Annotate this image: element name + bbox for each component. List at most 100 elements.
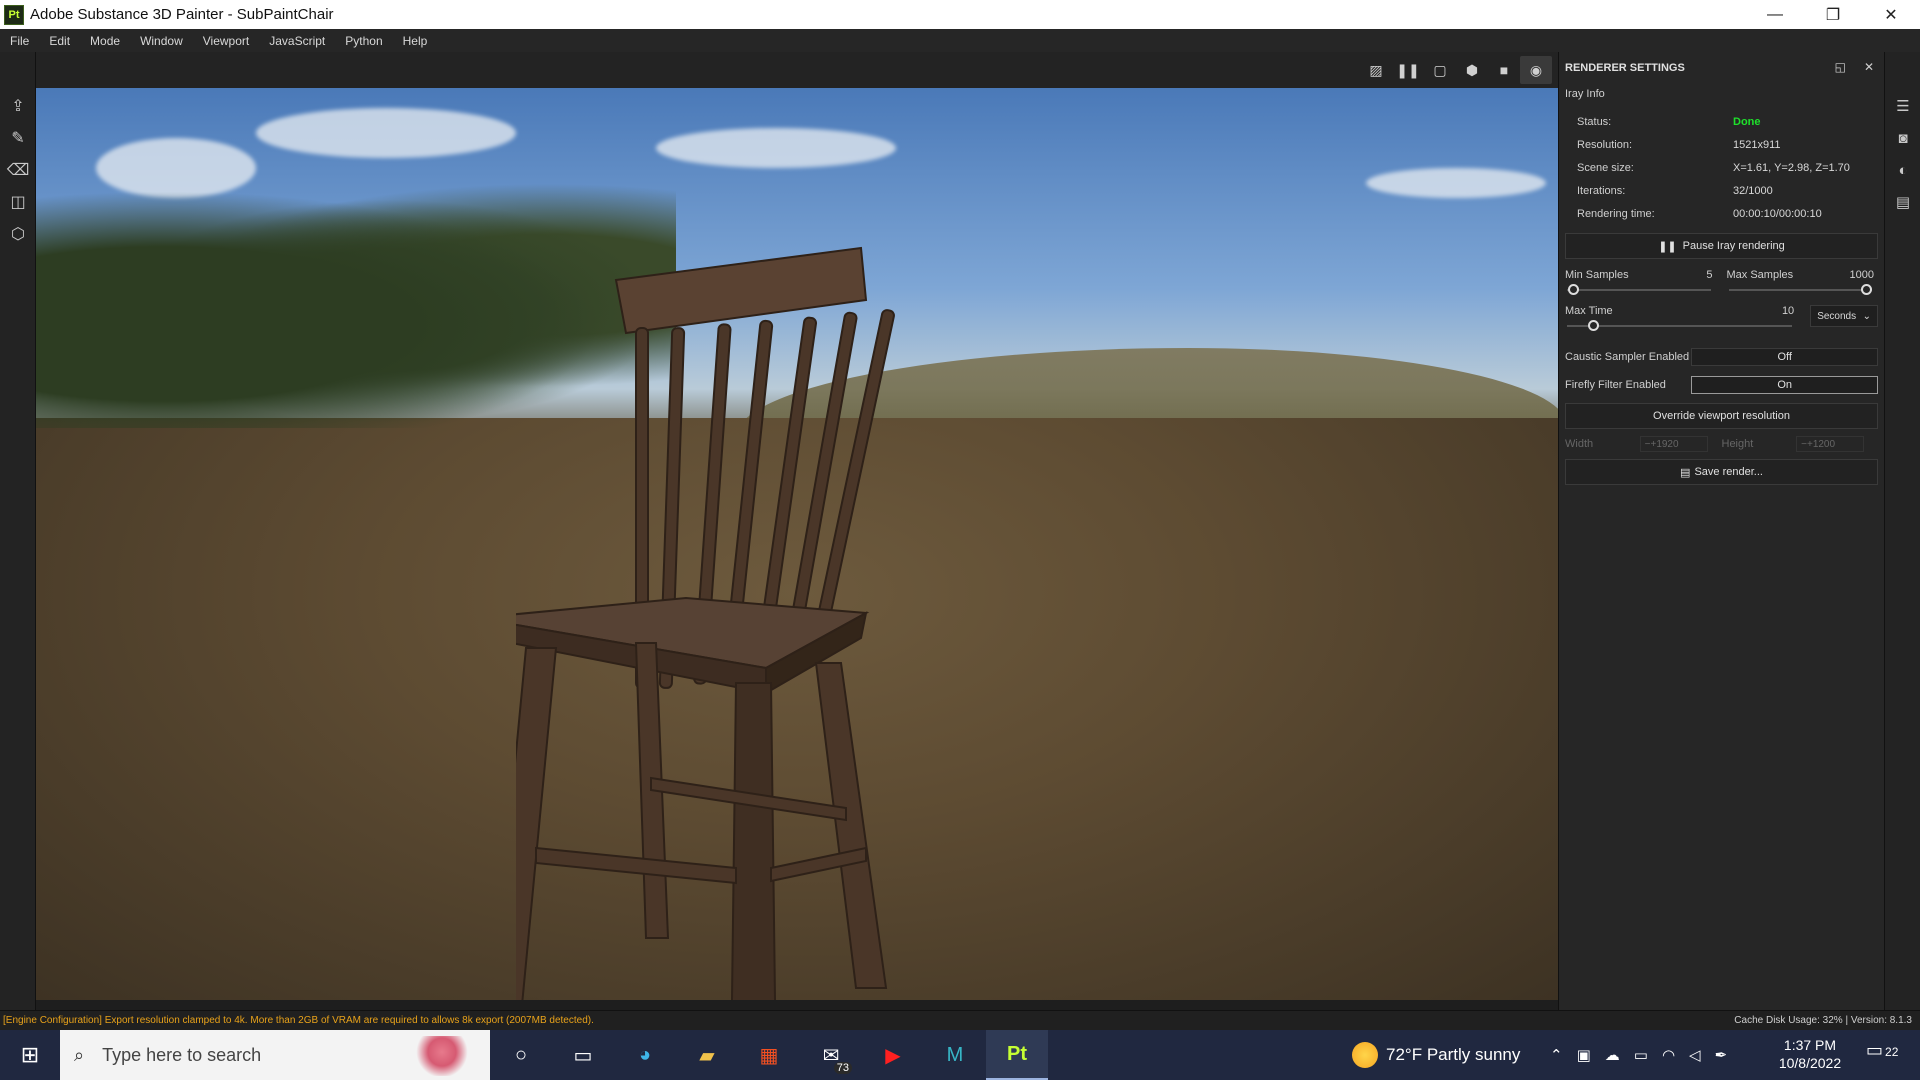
max-time-slider[interactable]: Max Time 10 xyxy=(1565,303,1798,339)
time-unit-value: Seconds xyxy=(1817,310,1857,322)
max-samples-value: 1000 xyxy=(1849,269,1874,281)
chevron-down-icon: ⌄ xyxy=(1862,310,1871,322)
min-samples-slider[interactable]: Min Samples 5 xyxy=(1565,267,1717,303)
paint-tool-icon[interactable]: ✎ xyxy=(0,122,36,154)
width-field[interactable]: −+ 1920 xyxy=(1639,436,1708,452)
info-key: Rendering time: xyxy=(1577,207,1655,220)
microsoft-store-icon[interactable]: ▦ xyxy=(738,1030,800,1080)
left-toolbar: ⇪ ✎ ⌫ ◫ ⬡ xyxy=(0,52,36,1010)
save-render-button[interactable]: ▤ Save render... xyxy=(1565,459,1878,485)
file-explorer-icon[interactable]: ▰ xyxy=(676,1030,738,1080)
minimize-button[interactable]: — xyxy=(1746,0,1804,29)
info-row: Iterations: 32/1000 xyxy=(1559,179,1884,202)
shader-settings-icon[interactable]: ◐ xyxy=(1885,154,1920,186)
chair-render xyxy=(516,246,895,1000)
slider-handle[interactable] xyxy=(1567,284,1579,295)
cloud xyxy=(1366,168,1546,198)
edge-icon[interactable]: ◕ xyxy=(614,1030,676,1080)
pen-icon[interactable]: ✒ xyxy=(1715,1046,1728,1064)
search-highlight-image xyxy=(402,1036,482,1076)
menu-javascript[interactable]: JavaScript xyxy=(259,34,335,48)
maximize-button[interactable]: ❐ xyxy=(1804,0,1862,29)
iray-render-icon[interactable]: ◉ xyxy=(1520,56,1552,84)
window-title: Adobe Substance 3D Painter - SubPaintCha… xyxy=(30,6,334,23)
pause-iray-button[interactable]: ❚❚ Pause Iray rendering xyxy=(1565,233,1878,259)
camera-icon[interactable]: ■ xyxy=(1488,56,1520,84)
undock-icon[interactable]: ◱ xyxy=(1835,60,1846,74)
menu-window[interactable]: Window xyxy=(130,34,193,48)
max-samples-label: Max Samples xyxy=(1726,269,1794,281)
menu-file[interactable]: File xyxy=(0,34,39,48)
max-samples-slider[interactable]: Max Samples 1000 xyxy=(1727,267,1879,303)
caustic-label: Caustic Sampler Enabled xyxy=(1565,351,1690,363)
clock[interactable]: 1:37 PM 10/8/2022 xyxy=(1770,1036,1850,1072)
max-time-label: Max Time xyxy=(1565,305,1613,317)
search-placeholder: Type here to search xyxy=(102,1044,262,1065)
menu-edit[interactable]: Edit xyxy=(39,34,80,48)
menu-python[interactable]: Python xyxy=(335,34,392,48)
meet-now-icon[interactable]: ▣ xyxy=(1577,1046,1591,1064)
info-value: 32/1000 xyxy=(1733,184,1773,197)
viewport[interactable] xyxy=(36,88,1558,1000)
pause-icon[interactable]: ❚❚ xyxy=(1392,56,1424,84)
windows-start-icon[interactable]: ⊞ xyxy=(0,1030,60,1080)
slider-handle[interactable] xyxy=(1588,320,1600,331)
height-field[interactable]: −+ 1200 xyxy=(1796,436,1864,452)
mail-icon[interactable]: ✉ 73 xyxy=(800,1030,862,1080)
maya-icon[interactable]: M xyxy=(924,1030,986,1080)
info-key: Resolution: xyxy=(1577,138,1633,151)
projection-icon[interactable]: ◫ xyxy=(0,186,36,218)
slider-track xyxy=(1567,325,1793,327)
info-value: X=1.61, Y=2.98, Z=1.70 xyxy=(1733,161,1850,174)
info-row: Status: Done xyxy=(1559,110,1884,133)
windows-taskbar: ⊞ ⌕ Type here to search ○ ▭ ◕ ▰ ▦ ✉ 73 ▶ … xyxy=(0,1030,1920,1080)
partly-sunny-icon xyxy=(1352,1042,1378,1068)
substance-painter-taskbar-icon[interactable]: Pt xyxy=(986,1030,1048,1080)
max-time-value: 10 xyxy=(1781,305,1795,317)
slider-handle[interactable] xyxy=(1860,284,1872,295)
wifi-icon[interactable]: ◠ xyxy=(1662,1046,1675,1064)
taskbar-search[interactable]: ⌕ Type here to search xyxy=(60,1030,490,1080)
firefly-toggle[interactable]: On xyxy=(1691,376,1878,394)
menu-mode[interactable]: Mode xyxy=(80,34,130,48)
status-value: Done xyxy=(1733,115,1761,128)
task-view-icon[interactable]: ▭ xyxy=(552,1030,614,1080)
firefly-row: Firefly Filter Enabled On xyxy=(1559,371,1884,399)
log-icon[interactable]: ▤ xyxy=(1885,186,1920,218)
eraser-icon[interactable]: ⌫ xyxy=(0,154,36,186)
renderer-settings-panel: RENDERER SETTINGS ◱ ✕ Iray Info Status: D… xyxy=(1558,52,1884,1010)
cache-version-info: Cache Disk Usage: 32% | Version: 8.1.3 xyxy=(1734,1015,1912,1026)
cloud xyxy=(656,128,896,168)
weather-widget[interactable]: 72°F Partly sunny xyxy=(1352,1030,1520,1080)
mail-badge: 73 xyxy=(833,1062,852,1074)
export-icon[interactable]: ⇪ xyxy=(0,90,36,122)
time-unit-select[interactable]: Seconds ⌄ xyxy=(1810,305,1878,327)
slider-track xyxy=(1567,289,1711,291)
info-key: Iterations: xyxy=(1577,184,1626,197)
caustic-toggle[interactable]: Off xyxy=(1691,348,1878,366)
notifications-icon[interactable]: ▭ 22 xyxy=(1866,1040,1898,1061)
3d-view-icon[interactable]: ⬢ xyxy=(1456,56,1488,84)
resolution-row: Width −+ 1920 Height −+ 1200 xyxy=(1559,429,1884,459)
layers-icon[interactable]: ☰ xyxy=(1885,90,1920,122)
chevron-up-icon[interactable]: ⌃ xyxy=(1550,1046,1563,1064)
hide-ui-icon[interactable]: ▨ xyxy=(1360,56,1392,84)
battery-icon[interactable]: ▭ xyxy=(1634,1046,1648,1064)
panel-close-icon[interactable]: ✕ xyxy=(1864,60,1874,74)
2d-view-icon[interactable]: ▢ xyxy=(1424,56,1456,84)
bake-icon[interactable]: ⬡ xyxy=(0,218,36,250)
menu-help[interactable]: Help xyxy=(393,34,438,48)
pause-icon: ❚❚ xyxy=(1658,240,1677,253)
volume-icon[interactable]: ◁ xyxy=(1689,1046,1701,1064)
cortana-icon[interactable]: ○ xyxy=(490,1030,552,1080)
onedrive-icon[interactable]: ☁ xyxy=(1605,1046,1620,1064)
display-settings-icon[interactable]: ◙ xyxy=(1885,122,1920,154)
close-button[interactable]: ✕ xyxy=(1862,0,1920,29)
youtube-icon[interactable]: ▶ xyxy=(862,1030,924,1080)
cloud xyxy=(256,108,516,158)
menu-viewport[interactable]: Viewport xyxy=(193,34,259,48)
override-resolution-button[interactable]: Override viewport resolution xyxy=(1565,403,1878,429)
menu-bar: File Edit Mode Window Viewport JavaScrip… xyxy=(0,29,1920,52)
info-row: Resolution: 1521x911 xyxy=(1559,133,1884,156)
width-value: 1920 xyxy=(1656,438,1679,450)
